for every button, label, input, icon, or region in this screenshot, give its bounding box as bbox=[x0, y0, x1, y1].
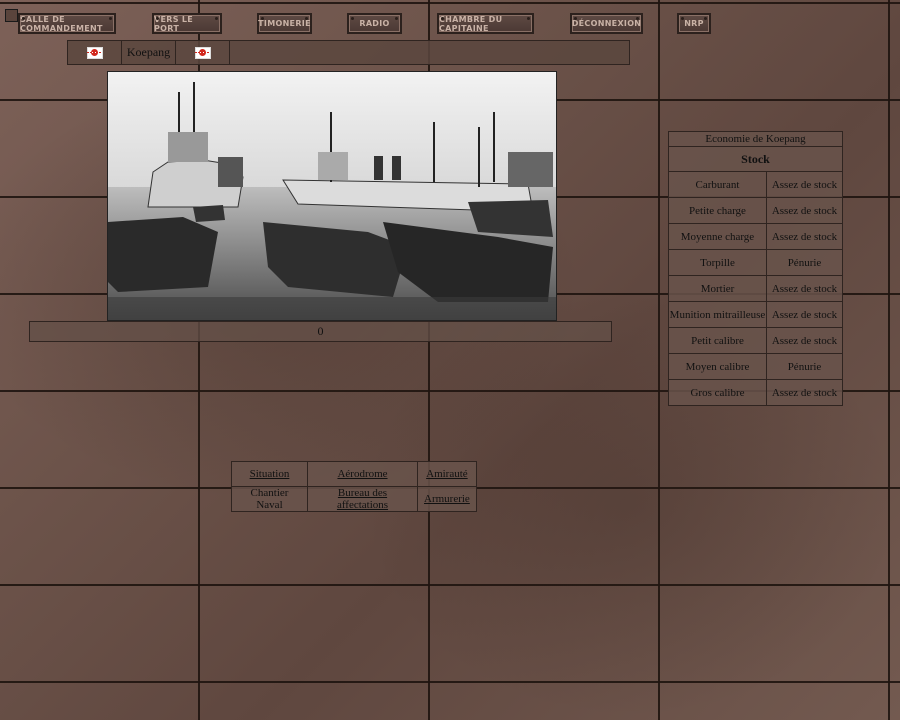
table-row: Mortier Assez de stock bbox=[668, 275, 843, 302]
item-name: Moyenne charge bbox=[668, 223, 767, 250]
counter-value: 0 bbox=[317, 324, 324, 338]
nav-salle-de-commandement-button[interactable]: Salle de commandement bbox=[18, 13, 116, 34]
menu-cell: Amirauté bbox=[417, 461, 477, 487]
item-status: Assez de stock bbox=[766, 171, 843, 198]
menu-link-armurerie[interactable]: Armurerie bbox=[424, 493, 470, 505]
table-row: Munition mitrailleuse Assez de stock bbox=[668, 301, 843, 328]
menu-link-situation[interactable]: Situation bbox=[250, 468, 290, 480]
item-status: Pénurie bbox=[766, 249, 843, 276]
table-row: Carburant Assez de stock bbox=[668, 171, 843, 198]
item-status: Assez de stock bbox=[766, 223, 843, 250]
table-row: Gros calibre Assez de stock bbox=[668, 379, 843, 406]
item-status: Assez de stock bbox=[766, 379, 843, 406]
counter-bar: 0 bbox=[29, 321, 612, 342]
item-status: Assez de stock bbox=[766, 275, 843, 302]
japan-flag-icon bbox=[194, 46, 211, 59]
nav-radio-button[interactable]: Radio bbox=[347, 13, 402, 34]
stock-header: Stock bbox=[668, 146, 843, 172]
nav-chambre-du-capitaine-button[interactable]: Chambre du capitaine bbox=[437, 13, 534, 34]
table-row: Petit calibre Assez de stock bbox=[668, 327, 843, 354]
table-row: Moyen calibre Pénurie bbox=[668, 353, 843, 380]
nav-deconnexion-button[interactable]: Déconnexion bbox=[570, 13, 643, 34]
menu-cell: Aérodrome bbox=[307, 461, 418, 487]
flag-left-cell bbox=[68, 41, 122, 64]
economy-table: Economie de Koepang Stock Carburant Asse… bbox=[668, 131, 843, 406]
menu-link-bureau-des-affectations[interactable]: Bureau des affectations bbox=[337, 487, 388, 511]
item-status: Assez de stock bbox=[766, 301, 843, 328]
menu-link-amiraute[interactable]: Amirauté bbox=[426, 468, 468, 480]
item-name: Moyen calibre bbox=[668, 353, 767, 380]
menu-link-chantier-naval[interactable]: Chantier Naval bbox=[251, 487, 289, 511]
japan-flag-icon bbox=[86, 46, 103, 59]
item-name: Mortier bbox=[668, 275, 767, 302]
harbor-photo bbox=[107, 71, 557, 321]
item-name: Gros calibre bbox=[668, 379, 767, 406]
table-row: Torpille Pénurie bbox=[668, 249, 843, 276]
flag-right-cell bbox=[176, 41, 230, 64]
item-status: Assez de stock bbox=[766, 327, 843, 354]
nav-nrp-button[interactable]: NRP bbox=[677, 13, 711, 34]
item-name: Torpille bbox=[668, 249, 767, 276]
menu-cell: Armurerie bbox=[417, 486, 477, 512]
menu-link-aerodrome[interactable]: Aérodrome bbox=[337, 468, 387, 480]
port-header-bar: Koepang bbox=[67, 40, 630, 65]
item-name: Petit calibre bbox=[668, 327, 767, 354]
header-empty-cell bbox=[230, 41, 629, 64]
economy-title: Economie de Koepang bbox=[668, 131, 843, 147]
item-name: Munition mitrailleuse bbox=[668, 301, 767, 328]
item-status: Pénurie bbox=[766, 353, 843, 380]
item-name: Petite charge bbox=[668, 197, 767, 224]
menu-cell: Chantier Naval bbox=[231, 486, 308, 512]
top-navigation: Salle de commandement Vers le port Timon… bbox=[0, 13, 900, 37]
table-row: Petite charge Assez de stock bbox=[668, 197, 843, 224]
nav-timonerie-button[interactable]: Timonerie bbox=[257, 13, 312, 34]
menu-cell: Bureau des affectations bbox=[307, 486, 418, 512]
item-name: Carburant bbox=[668, 171, 767, 198]
nav-vers-le-port-button[interactable]: Vers le port bbox=[152, 13, 222, 34]
port-name: Koepang bbox=[122, 41, 176, 64]
item-status: Assez de stock bbox=[766, 197, 843, 224]
port-menu-table: Situation Aérodrome Amirauté Chantier Na… bbox=[231, 461, 477, 512]
table-row: Moyenne charge Assez de stock bbox=[668, 223, 843, 250]
menu-cell: Situation bbox=[231, 461, 308, 487]
